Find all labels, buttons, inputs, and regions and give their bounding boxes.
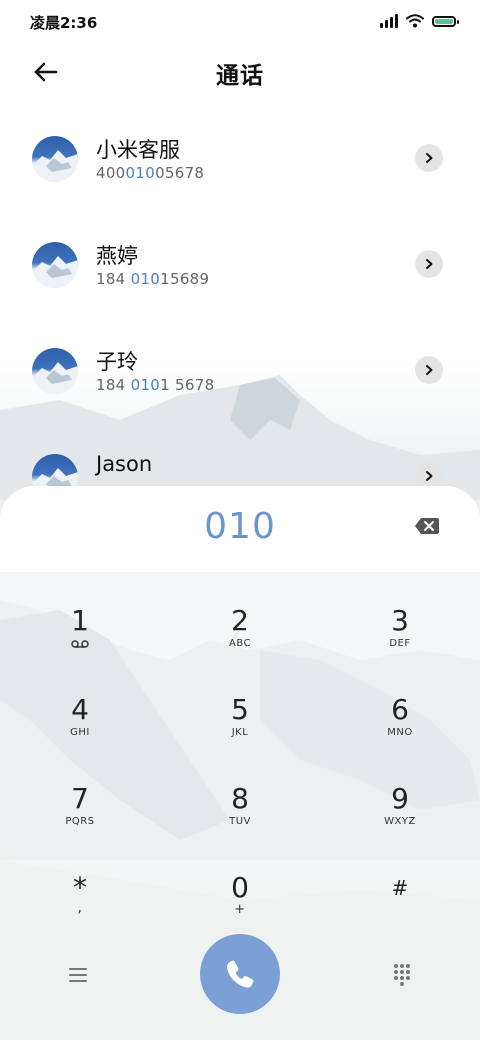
- keypad-toggle-button[interactable]: [390, 962, 414, 986]
- call-button[interactable]: [200, 934, 280, 1014]
- contact-number: 184 0101 5678: [96, 376, 215, 394]
- contact-row[interactable]: 燕婷 184 01015689: [0, 212, 480, 318]
- backspace-button[interactable]: [414, 516, 440, 536]
- avatar: [32, 348, 78, 394]
- key-4[interactable]: 4 GHI: [20, 689, 140, 769]
- key-star[interactable]: * ,: [20, 867, 140, 947]
- contact-name: 小米客服: [96, 138, 180, 162]
- key-9[interactable]: 9 WXYZ: [340, 778, 460, 858]
- key-1[interactable]: 1: [20, 600, 140, 680]
- contact-detail-button[interactable]: [415, 144, 443, 172]
- contact-row[interactable]: 小米客服 40001005678: [0, 106, 480, 212]
- voicemail-icon: [71, 640, 89, 648]
- signal-icon: [380, 14, 398, 28]
- contact-name: Jason: [96, 452, 153, 476]
- backspace-icon: [415, 518, 439, 534]
- avatar: [32, 242, 78, 288]
- chevron-right-icon: [426, 259, 433, 269]
- keypad-icon: [394, 964, 410, 986]
- contact-row[interactable]: 子玲 184 0101 5678: [0, 318, 480, 424]
- chevron-right-icon: [426, 365, 433, 375]
- contact-name: 子玲: [96, 350, 138, 374]
- page-title: 通话: [216, 63, 264, 89]
- status-time: 凌晨2:36: [30, 14, 98, 32]
- avatar: [32, 136, 78, 182]
- dialer-display: 010: [0, 486, 480, 572]
- header: 通话: [0, 44, 480, 100]
- key-8[interactable]: 8 TUV: [180, 778, 300, 858]
- chevron-right-icon: [426, 471, 433, 481]
- contact-number: 40001005678: [96, 164, 205, 182]
- battery-icon: [432, 15, 459, 27]
- menu-icon: [69, 968, 87, 982]
- status-bar: 凌晨2:36: [0, 0, 480, 40]
- chevron-right-icon: [426, 153, 433, 163]
- key-7[interactable]: 7 PQRS: [20, 778, 140, 858]
- wifi-icon: [406, 14, 424, 28]
- phone-icon: [227, 960, 254, 988]
- status-icons: [380, 12, 459, 30]
- key-3[interactable]: 3 DEF: [340, 600, 460, 680]
- entered-number: 010: [204, 506, 276, 547]
- contact-number: 184 01015689: [96, 270, 210, 288]
- menu-button[interactable]: [66, 964, 90, 986]
- key-hash[interactable]: #: [340, 867, 460, 947]
- key-5[interactable]: 5 JKL: [180, 689, 300, 769]
- contact-detail-button[interactable]: [415, 250, 443, 278]
- key-6[interactable]: 6 MNO: [340, 689, 460, 769]
- key-2[interactable]: 2 ABC: [180, 600, 300, 680]
- contact-detail-button[interactable]: [415, 356, 443, 384]
- contact-name: 燕婷: [96, 244, 138, 268]
